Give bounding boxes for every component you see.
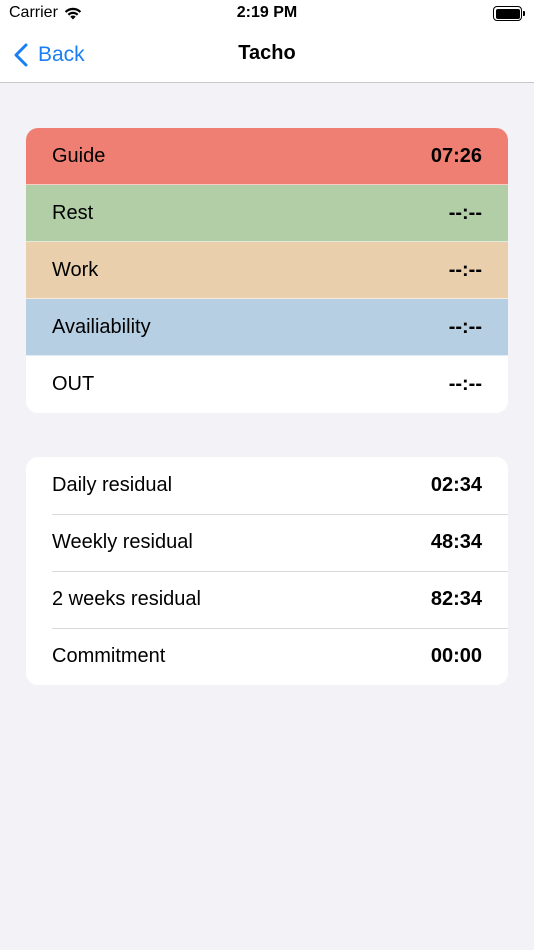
residual-row-weekly: Weekly residual 48:34 [26, 514, 508, 571]
page-title: Tacho [238, 42, 296, 64]
residuals-card: Daily residual 02:34 Weekly residual 48:… [26, 457, 508, 685]
activity-label: OUT [52, 373, 95, 395]
residual-label: Daily residual [52, 474, 173, 496]
status-time: 2:19 PM [236, 4, 298, 21]
residual-row-commitment: Commitment 00:00 [26, 628, 508, 685]
activity-card: Guide 07:26 Rest --:-- Work --:-- Availi… [26, 128, 508, 413]
battery-icon [493, 6, 525, 21]
residual-label: 2 weeks residual [52, 588, 201, 610]
residual-label: Commitment [52, 645, 166, 667]
residual-row-daily: Daily residual 02:34 [26, 457, 508, 514]
activity-value: --:-- [448, 373, 482, 395]
activity-label: Work [52, 258, 99, 281]
activity-value: 07:26 [430, 144, 482, 167]
activity-row-out[interactable]: OUT --:-- [26, 356, 508, 413]
activity-row-availability[interactable]: Availiability --:-- [26, 299, 508, 356]
activity-label: Rest [52, 201, 94, 224]
residual-value: 00:00 [430, 645, 482, 667]
residual-value: 02:34 [430, 474, 482, 496]
navigation-bar: Back Tacho [0, 28, 534, 83]
residual-row-2weeks: 2 weeks residual 82:34 [26, 571, 508, 628]
activity-row-rest[interactable]: Rest --:-- [26, 185, 508, 242]
activity-row-work[interactable]: Work --:-- [26, 242, 508, 299]
activity-value: --:-- [448, 315, 482, 338]
activity-row-guide[interactable]: Guide 07:26 [26, 128, 508, 185]
status-bar: Carrier 2:19 PM [0, 0, 534, 28]
activity-label: Availiability [52, 315, 151, 338]
activity-label: Guide [52, 144, 106, 167]
activity-value: --:-- [448, 258, 482, 281]
residual-label: Weekly residual [52, 531, 193, 553]
activity-value: --:-- [448, 201, 482, 224]
residual-value: 82:34 [430, 588, 482, 610]
residual-value: 48:34 [430, 531, 482, 553]
